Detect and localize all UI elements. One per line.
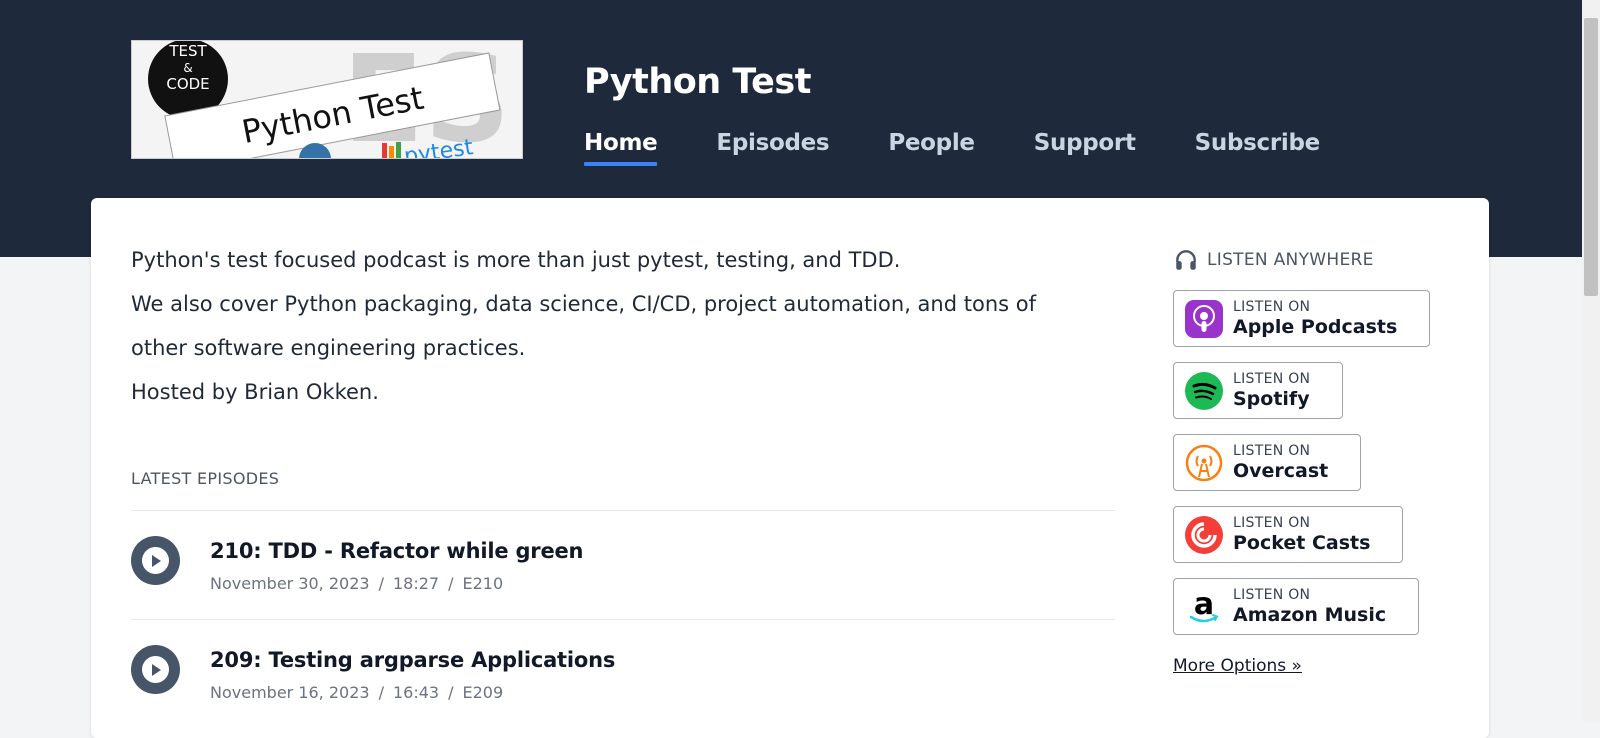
listen-anywhere-label: LISTEN ANYWHERE — [1207, 250, 1374, 270]
platform-name: Amazon Music — [1233, 604, 1387, 626]
meta-separator: / — [448, 683, 454, 702]
platform-name: Apple Podcasts — [1233, 316, 1398, 338]
episode-meta: November 16, 2023 / 16:43 / E209 — [210, 683, 503, 702]
main-card: Python's test focused podcast is more th… — [91, 198, 1489, 738]
episode-code: E209 — [462, 683, 504, 702]
listen-on-label: LISTEN ON — [1233, 371, 1311, 387]
episode-date: November 30, 2023 — [210, 574, 370, 593]
apple-podcasts-icon — [1185, 299, 1223, 338]
listen-apple-podcasts[interactable]: LISTEN ON Apple Podcasts — [1173, 290, 1431, 347]
description-line-2: We also cover Python packaging, data sci… — [131, 292, 1036, 360]
nav-support[interactable]: Support — [1034, 130, 1136, 166]
play-button[interactable] — [131, 645, 180, 694]
episode-title[interactable]: 210: TDD - Refactor while green — [210, 539, 584, 563]
listen-amazon-music[interactable]: a LISTEN ON Amazon Music — [1173, 578, 1420, 635]
nav-people[interactable]: People — [888, 130, 975, 166]
logo-badge-line2: & — [183, 61, 192, 75]
meta-separator: / — [378, 574, 384, 593]
latest-episodes-heading: LATEST EPISODES — [131, 469, 280, 488]
meta-separator: / — [378, 683, 384, 702]
platform-name: Pocket Casts — [1233, 532, 1371, 554]
play-icon — [151, 663, 161, 676]
episode-meta: November 30, 2023 / 18:27 / E210 — [210, 574, 503, 593]
headphones-icon — [1176, 250, 1196, 270]
description-line-1: Python's test focused podcast is more th… — [131, 248, 901, 272]
main-nav: Home Episodes People Support Subscribe — [584, 130, 1320, 166]
spotify-icon — [1185, 371, 1223, 410]
site-title: Python Test — [584, 62, 811, 102]
scrollbar-thumb[interactable] — [1584, 18, 1598, 296]
episode-item: 209: Testing argparse Applications Novem… — [131, 619, 1115, 728]
listen-on-label: LISTEN ON — [1233, 443, 1311, 459]
episode-list: 210: TDD - Refactor while green November… — [131, 510, 1115, 728]
listen-sidebar: LISTEN ANYWHERE LISTEN ON Apple Podcasts — [1173, 246, 1473, 676]
episode-item: 210: TDD - Refactor while green November… — [131, 510, 1115, 619]
overcast-icon — [1185, 444, 1223, 481]
play-icon — [151, 554, 161, 567]
logo-badge-line1: TEST — [168, 42, 207, 60]
podcast-logo[interactable]: ES TEST & CODE Python Test pytest — [131, 40, 523, 159]
nav-subscribe[interactable]: Subscribe — [1195, 130, 1321, 166]
podcast-description: Python's test focused podcast is more th… — [131, 238, 1091, 414]
episode-duration: 16:43 — [392, 683, 440, 702]
listen-on-label: LISTEN ON — [1233, 299, 1311, 315]
listen-on-label: LISTEN ON — [1233, 587, 1311, 603]
platform-name: Spotify — [1233, 388, 1310, 410]
nav-episodes[interactable]: Episodes — [716, 130, 829, 166]
logo-badge-line3: CODE — [166, 75, 209, 93]
listen-spotify[interactable]: LISTEN ON Spotify — [1173, 362, 1344, 419]
listen-anywhere-heading: LISTEN ANYWHERE — [1173, 246, 1473, 274]
episode-title[interactable]: 209: Testing argparse Applications — [210, 648, 615, 672]
episode-duration: 18:27 — [392, 574, 440, 593]
more-options-link[interactable]: More Options » — [1173, 656, 1302, 676]
listen-pocket-casts[interactable]: LISTEN ON Pocket Casts — [1173, 506, 1404, 563]
description-line-3: Hosted by Brian Okken. — [131, 380, 379, 404]
nav-home[interactable]: Home — [584, 130, 658, 166]
episode-code: E210 — [462, 574, 504, 593]
meta-separator: / — [448, 574, 454, 593]
listen-overcast[interactable]: LISTEN ON Overcast — [1173, 434, 1362, 491]
platform-name: Overcast — [1233, 460, 1329, 482]
pocket-casts-icon — [1185, 515, 1223, 554]
svg-text:a: a — [1194, 588, 1214, 622]
amazon-music-icon: a — [1189, 588, 1219, 622]
listen-on-label: LISTEN ON — [1233, 515, 1311, 531]
play-button[interactable] — [131, 536, 180, 585]
page-scrollbar[interactable] — [1582, 0, 1600, 721]
episode-date: November 16, 2023 — [210, 683, 370, 702]
